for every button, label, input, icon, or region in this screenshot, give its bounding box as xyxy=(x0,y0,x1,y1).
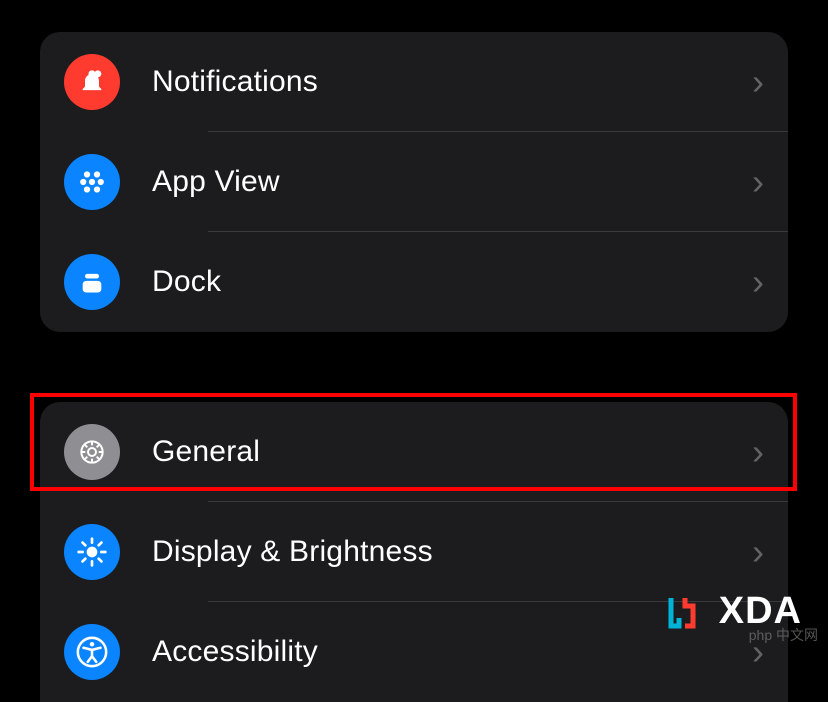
settings-group-1: Notifications › App View › Dock › xyxy=(40,32,788,332)
row-label: Notifications xyxy=(152,65,752,99)
bell-icon xyxy=(64,54,120,110)
dock-icon xyxy=(64,254,120,310)
chevron-right-icon: › xyxy=(752,261,764,303)
row-general[interactable]: General › xyxy=(40,402,788,502)
xda-logo-icon xyxy=(667,592,707,632)
row-dock[interactable]: Dock › xyxy=(40,232,788,332)
row-app-view[interactable]: App View › xyxy=(40,132,788,232)
row-label: Accessibility xyxy=(152,635,752,669)
chevron-right-icon: › xyxy=(752,531,764,573)
row-label: General xyxy=(152,435,752,469)
row-display-brightness[interactable]: Display & Brightness › xyxy=(40,502,788,602)
grid-icon xyxy=(64,154,120,210)
chevron-right-icon: › xyxy=(752,61,764,103)
php-watermark: php 中文网 xyxy=(749,625,818,645)
gear-icon xyxy=(64,424,120,480)
chevron-right-icon: › xyxy=(752,161,764,203)
row-label: Dock xyxy=(152,265,752,299)
row-label: App View xyxy=(152,165,752,199)
accessibility-icon xyxy=(64,624,120,680)
row-notifications[interactable]: Notifications › xyxy=(40,32,788,132)
brightness-icon xyxy=(64,524,120,580)
row-label: Display & Brightness xyxy=(152,535,752,569)
chevron-right-icon: › xyxy=(752,431,764,473)
settings-group-2: General › Display & Brightness › xyxy=(40,402,788,702)
